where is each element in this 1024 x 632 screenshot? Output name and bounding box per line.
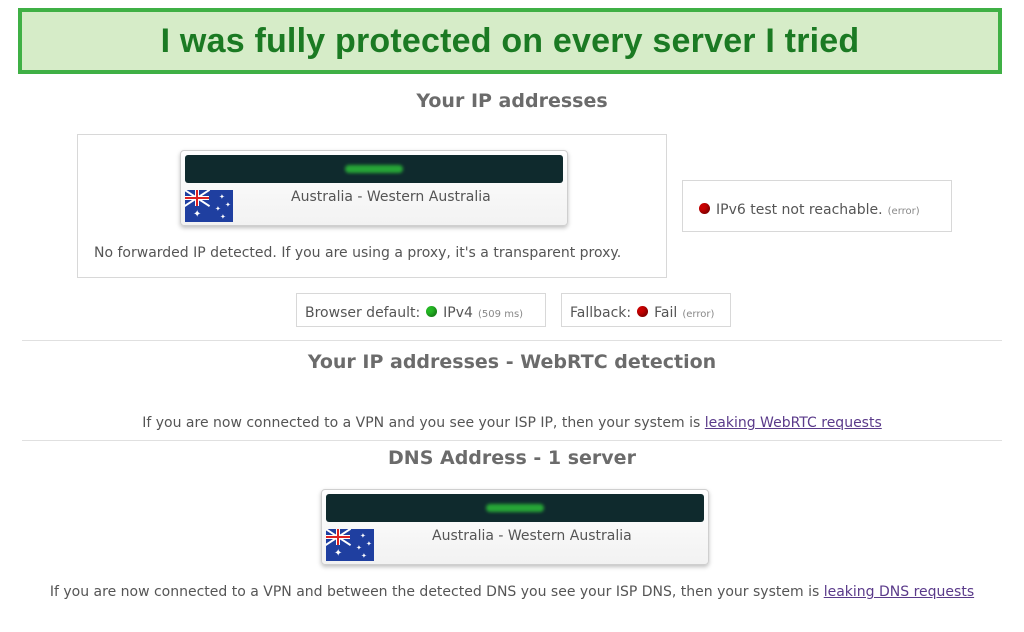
webrtc-note-text: If you are now connected to a VPN and yo… xyxy=(142,415,701,431)
browser-default-detail: (509 ms) xyxy=(478,309,524,320)
dns-note-text: If you are now connected to a VPN and be… xyxy=(49,584,820,600)
fallback-label: Fallback: xyxy=(570,305,632,321)
webrtc-section-title: Your IP addresses - WebRTC detection xyxy=(307,351,717,373)
dns-address-redacted xyxy=(486,504,544,512)
ip-result-box: ✦ ✦ ✦ ✦ ✦ Australia - Western Australia … xyxy=(77,134,667,278)
browser-default-value: IPv4 xyxy=(443,305,473,321)
forwarded-ip-note: No forwarded IP detected. If you are usi… xyxy=(94,245,622,261)
fallback-detail: (error) xyxy=(682,309,715,320)
section-divider xyxy=(22,440,1002,441)
browser-default-box: Browser default: IPv4 (509 ms) xyxy=(296,293,546,327)
browser-default-dot-icon xyxy=(426,306,438,317)
dns-card: ✦ ✦ ✦ ✦ ✦ Australia - Western Australia xyxy=(321,489,709,565)
headline-banner: I was fully protected on every server I … xyxy=(18,8,1002,74)
ipv6-status-detail: (error) xyxy=(887,206,920,217)
ipv6-status-dot-icon xyxy=(699,203,710,214)
ip-address-redacted xyxy=(345,165,403,173)
dns-note: If you are now connected to a VPN and be… xyxy=(0,584,1024,600)
webrtc-note: If you are now connected to a VPN and yo… xyxy=(0,415,1024,431)
dns-leak-link[interactable]: leaking DNS requests xyxy=(824,584,974,600)
section-divider xyxy=(22,340,1002,341)
dns-section-title: DNS Address - 1 server xyxy=(388,447,636,469)
fallback-dot-icon xyxy=(637,306,649,317)
ipv6-box: IPv6 test not reachable. (error) xyxy=(682,180,952,232)
dns-location: Australia - Western Australia xyxy=(432,528,632,544)
ip-address-bar xyxy=(185,155,563,183)
browser-default-label: Browser default: xyxy=(305,305,421,321)
fallback-value: Fail xyxy=(654,305,678,321)
webrtc-leak-link[interactable]: leaking WebRTC requests xyxy=(705,415,882,431)
australia-flag-icon: ✦ ✦ ✦ ✦ ✦ xyxy=(185,190,233,222)
ip-card: ✦ ✦ ✦ ✦ ✦ Australia - Western Australia xyxy=(180,150,568,226)
australia-flag-icon: ✦ ✦ ✦ ✦ ✦ xyxy=(326,529,374,561)
ip-section-title: Your IP addresses xyxy=(416,90,608,112)
ipv6-status-text: IPv6 test not reachable. xyxy=(716,202,883,218)
dns-address-bar xyxy=(326,494,704,522)
headline-text: I was fully protected on every server I … xyxy=(160,21,860,60)
fallback-box: Fallback: Fail (error) xyxy=(561,293,731,327)
ip-location: Australia - Western Australia xyxy=(291,189,491,205)
